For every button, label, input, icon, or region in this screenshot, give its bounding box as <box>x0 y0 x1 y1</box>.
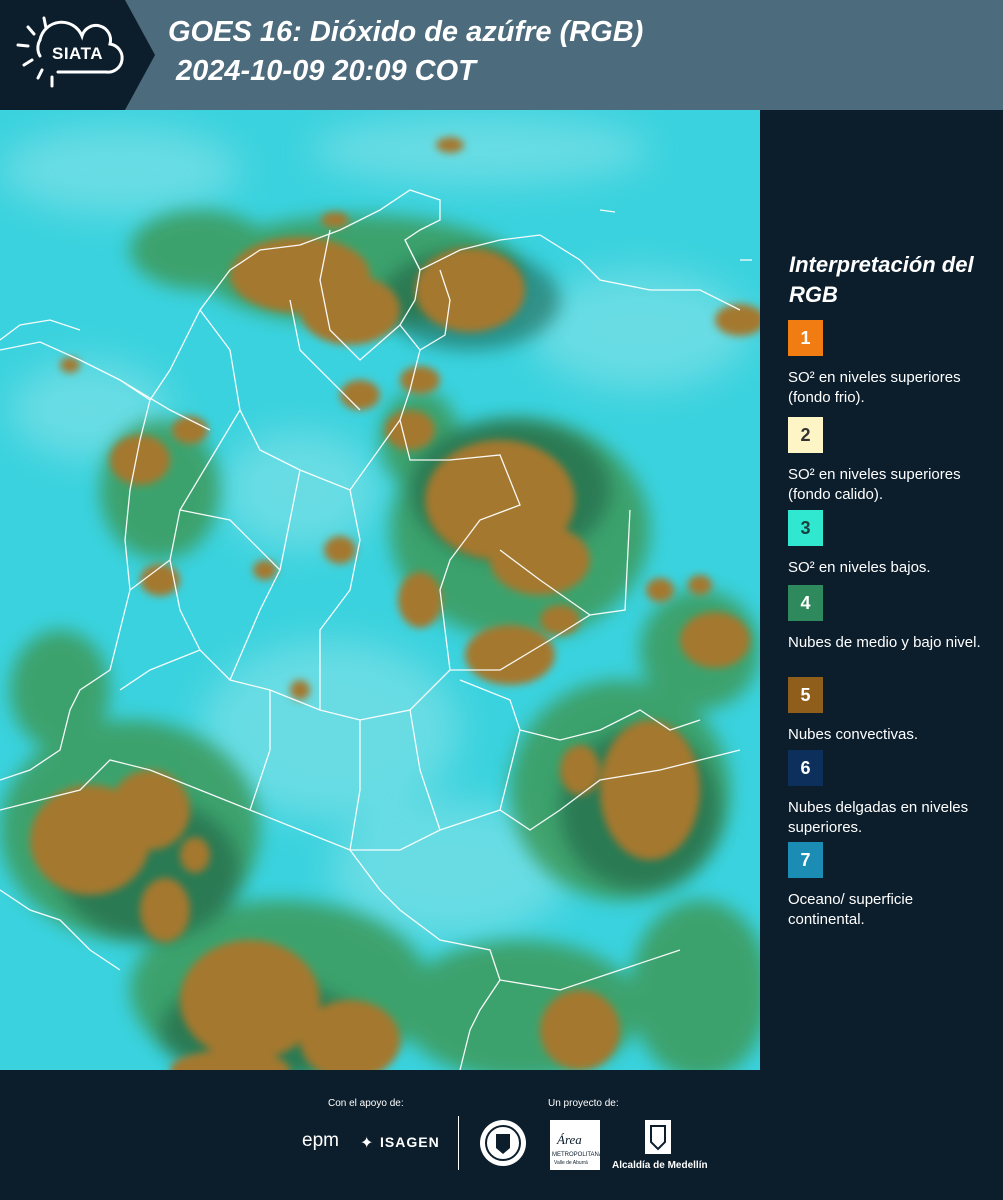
alcaldia-shield-icon <box>645 1120 671 1154</box>
area-logo-sub: METROPOLITANA <box>552 1152 603 1158</box>
legend-description: SO² en niveles bajos. <box>788 559 931 576</box>
legend-description: Nubes convectivas. <box>788 726 919 743</box>
area-logo-sub2: Valle de Aburrá <box>554 1160 588 1166</box>
project-label: Un proyecto de: <box>548 1098 619 1109</box>
legend-swatch: 5 <box>788 677 823 713</box>
footer-divider <box>458 1116 459 1170</box>
legend-item-7: 7 Oceano/ superficie continental. <box>788 842 993 930</box>
siata-logo: SIATA <box>0 0 155 110</box>
header: SIATA GOES 16: Dióxido de azúfre (RGB) 2… <box>0 0 1003 110</box>
area-logo-text: Área <box>557 1132 582 1147</box>
legend-swatch: 7 <box>788 842 823 878</box>
legend-description: SO² en niveles superiores (fondo frio). <box>788 369 961 406</box>
medellin-seal-icon <box>480 1120 526 1166</box>
legend-swatch: 2 <box>788 417 823 453</box>
epm-logo: epm <box>302 1130 339 1151</box>
alcaldia-logo-text: Alcaldía de Medellín <box>612 1160 708 1171</box>
legend-swatch: 1 <box>788 320 823 356</box>
legend-swatch: 4 <box>788 585 823 621</box>
legend-swatch: 3 <box>788 510 823 546</box>
support-label: Con el apoyo de: <box>328 1098 404 1109</box>
page-timestamp: 2024-10-09 20:09 COT <box>176 55 476 87</box>
legend-item-2: 2 SO² en niveles superiores (fondo calid… <box>788 417 993 505</box>
legend-item-1: 1 SO² en niveles superiores (fondo frio)… <box>788 320 993 408</box>
legend-description: Nubes delgadas en niveles superiores. <box>788 799 969 836</box>
logo-text: SIATA <box>52 44 103 63</box>
legend-swatch: 6 <box>788 750 823 786</box>
isagen-logo: ISAGEN <box>380 1134 440 1150</box>
legend-title: Interpretación del RGB <box>789 252 974 307</box>
legend-panel: Interpretación del RGB 1 SO² en niveles … <box>760 110 1003 1070</box>
legend-item-4: 4 Nubes de medio y bajo nivel. <box>788 585 993 653</box>
legend-description: SO² en niveles superiores (fondo calido)… <box>788 466 961 503</box>
isagen-icon: ✦ <box>360 1135 374 1152</box>
footer: Con el apoyo de: Un proyecto de: epm ✦ I… <box>0 1070 1003 1200</box>
satellite-image <box>0 110 760 1070</box>
satellite-map[interactable] <box>0 110 760 1070</box>
page-title: GOES 16: Dióxido de azúfre (RGB) <box>168 16 644 48</box>
legend-description: Oceano/ superficie continental. <box>788 891 914 928</box>
legend-item-5: 5 Nubes convectivas. <box>788 677 993 745</box>
legend-item-6: 6 Nubes delgadas en niveles superiores. <box>788 750 993 838</box>
legend-item-3: 3 SO² en niveles bajos. <box>788 510 993 578</box>
legend-description: Nubes de medio y bajo nivel. <box>788 634 981 651</box>
